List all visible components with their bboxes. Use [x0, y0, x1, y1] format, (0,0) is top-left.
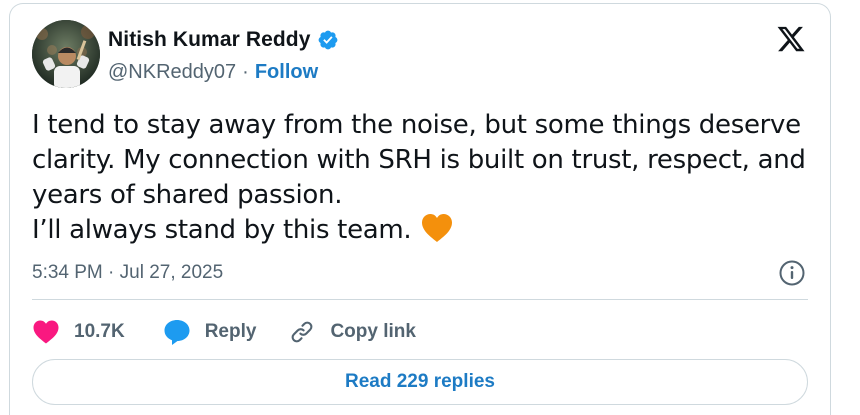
verified-badge-icon [318, 30, 337, 50]
author-handle[interactable]: @NKReddy07 [108, 61, 236, 84]
timestamp-link[interactable]: 5:34 PM · Jul 27, 2025 [32, 262, 223, 284]
tweet-text: I tend to stay away from the noise, but … [32, 108, 822, 248]
heart-icon [33, 320, 59, 344]
orange-heart-emoji-icon [422, 214, 453, 242]
reply-button[interactable]: Reply [163, 318, 257, 346]
like-count: 10.7K [74, 321, 125, 342]
action-bar: 10.7K Reply Copy link [32, 316, 416, 348]
tweet-line: I’ll always stand by this team. [32, 215, 412, 245]
tweet-line: clarity. My connection with SRH is built… [32, 145, 806, 175]
reply-label: Reply [204, 321, 257, 342]
separator-dot: · [242, 61, 249, 83]
copy-link-button[interactable]: Copy link [288, 318, 416, 346]
copy-link-label: Copy link [330, 321, 416, 342]
tweet-card: Nitish Kumar Reddy @NKReddy07 · Follow I… [9, 3, 831, 415]
read-replies-label: Read 229 replies [345, 371, 495, 392]
tweet-line-last: I’ll always stand by this team. [32, 213, 822, 248]
tweet-line: years of shared passion. [32, 180, 343, 210]
x-logo-icon[interactable] [776, 24, 806, 54]
reply-bubble-icon [164, 320, 190, 345]
info-icon[interactable] [778, 259, 806, 287]
link-icon [292, 321, 313, 343]
divider [32, 299, 808, 300]
avatar[interactable] [32, 20, 100, 88]
tweet-line: I tend to stay away from the noise, but … [32, 110, 801, 140]
read-replies-button[interactable]: Read 229 replies [32, 359, 808, 405]
author-name[interactable]: Nitish Kumar Reddy [108, 28, 311, 52]
follow-button[interactable]: Follow [255, 61, 318, 84]
like-button[interactable]: 10.7K [32, 319, 125, 345]
